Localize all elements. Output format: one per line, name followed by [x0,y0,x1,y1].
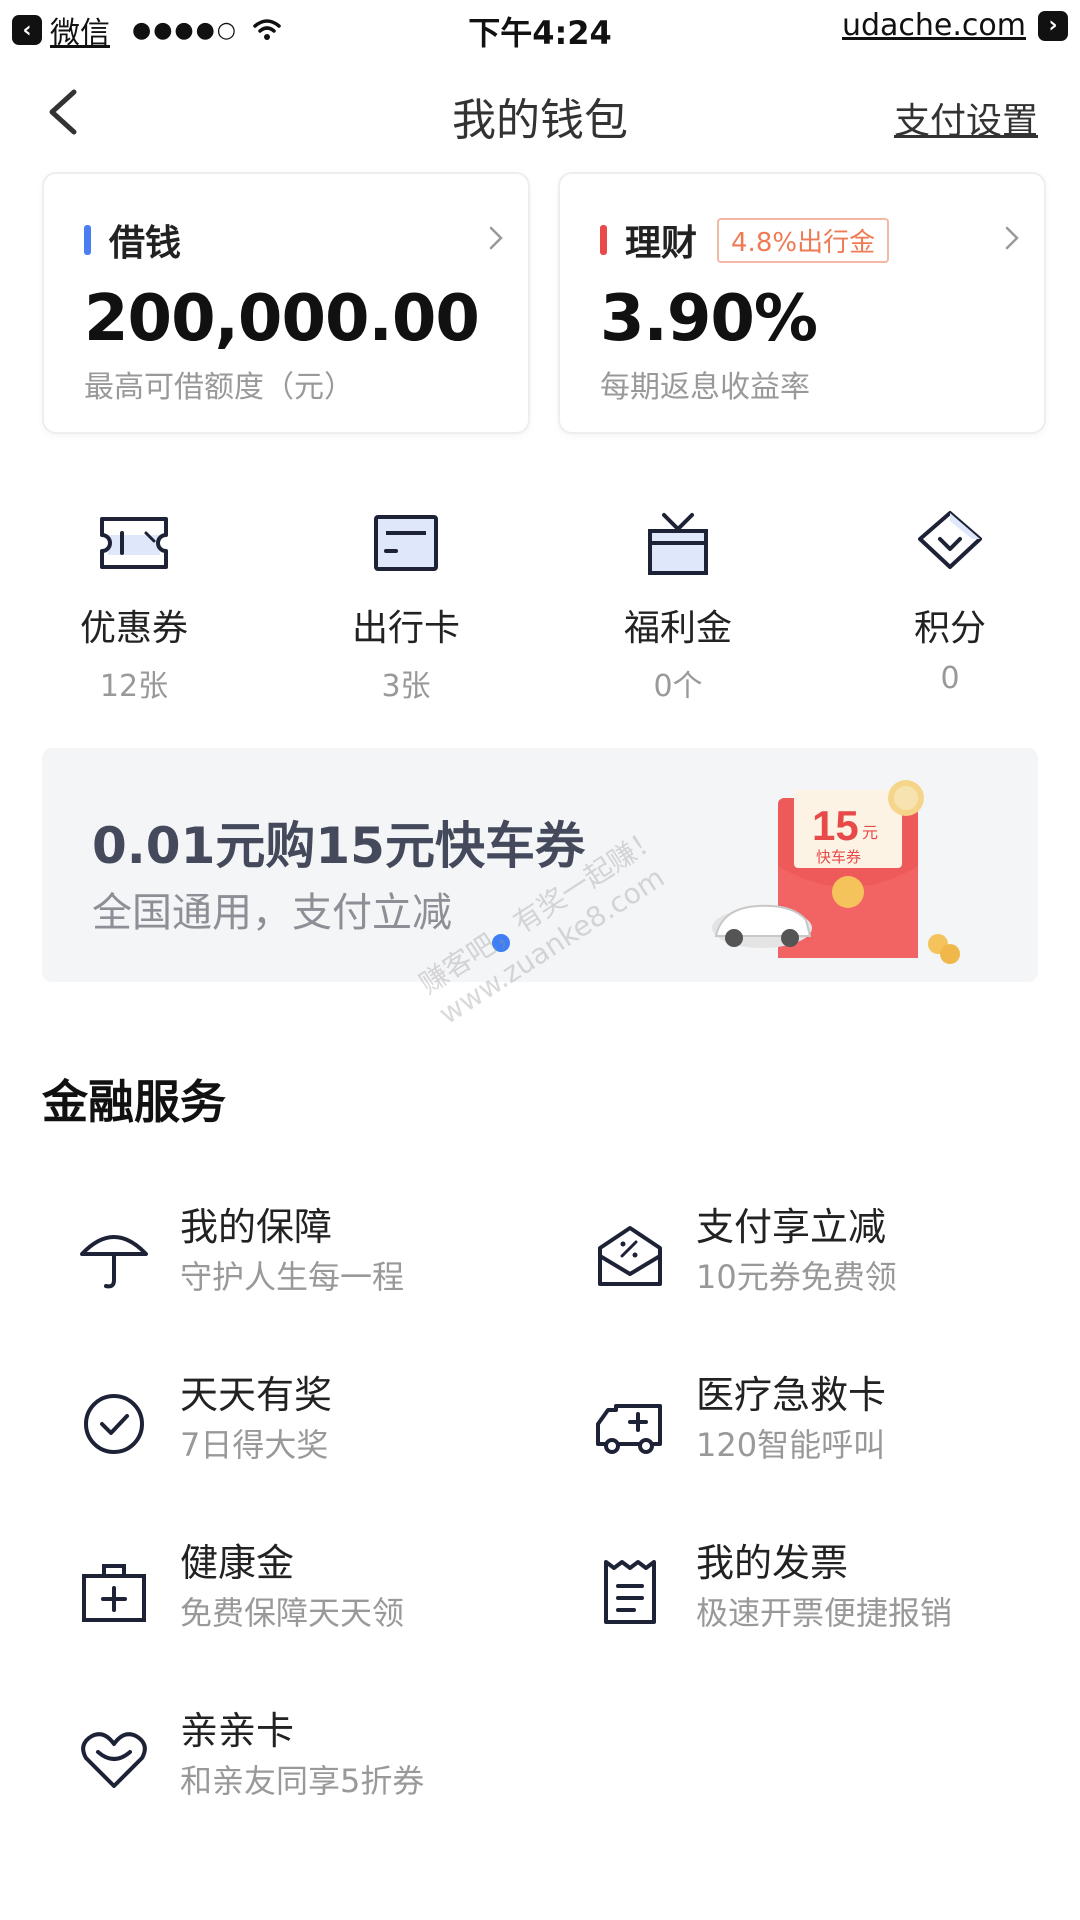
page-domain[interactable]: udache.com [842,8,1026,43]
diamond-icon [918,511,982,569]
check-circle-icon [84,1394,144,1454]
borrow-limit-value: 200,000.00 [84,282,480,356]
service-title: 亲亲卡 [180,1709,295,1753]
quick-item-points[interactable]: 积分 0 [850,505,1050,696]
invest-label: 理财 [625,223,698,264]
invest-rate-value: 3.90% [600,282,818,356]
banner-title: 0.01元购15元快车券 [92,817,585,875]
service-subtitle: 7日得大奖 [180,1426,329,1464]
invest-card-header: 理财 4.8%出行金 [600,214,890,266]
quick-label: 积分 [913,608,986,649]
card-icon [374,515,438,571]
service-title: 天天有奖 [180,1373,333,1417]
payment-settings-link[interactable]: 支付设置 [894,92,1038,144]
envelope-discount-icon [598,1226,662,1286]
ambulance-icon [596,1404,662,1454]
service-daily-prize[interactable]: 天天有奖 7日得大奖 [48,1364,528,1474]
quick-item-welfare[interactable]: 福利金 0个 [578,505,778,705]
nav-bar: 我的钱包 支付设置 [0,70,1080,150]
quick-count: 3张 [381,669,431,704]
service-title: 医疗急救卡 [696,1373,887,1417]
envelope-amount: 15 [812,802,859,849]
service-family-card[interactable]: 亲亲卡 和亲友同享5折券 [48,1700,528,1810]
envelope-unit: 元 [862,823,878,842]
borrow-accent-bar [84,225,91,255]
chevron-right-icon [489,226,503,250]
quick-item-travel-card[interactable]: 出行卡 3张 [306,505,506,705]
invest-accent-bar [600,225,607,255]
ticket-icon [100,517,168,569]
quick-label: 福利金 [623,608,732,649]
status-right: udache.com › [842,8,1068,43]
service-title: 支付享立减 [696,1205,887,1249]
umbrella-icon [80,1235,148,1289]
finance-section-title: 金融服务 [42,1075,226,1129]
service-my-invoice[interactable]: 我的发票 极速开票便捷报销 [564,1532,1044,1642]
service-title: 我的保障 [180,1205,333,1249]
borrow-card-header: 借钱 [84,214,181,266]
borrow-limit-caption: 最高可借额度（元） [84,370,354,405]
service-emergency-card[interactable]: 医疗急救卡 120智能呼叫 [564,1364,1044,1474]
medical-kit-icon [82,1564,146,1622]
service-pay-discount[interactable]: 支付享立减 10元券免费领 [564,1196,1044,1306]
envelope-label: 快车券 [816,848,861,866]
banner-subtitle: 全国通用，支付立减 [92,890,452,936]
invest-promo-tag: 4.8%出行金 [717,217,890,263]
service-title: 健康金 [180,1541,295,1585]
forward-icon[interactable]: › [1038,10,1068,41]
heart-icon [81,1732,147,1788]
quick-entries: 优惠券 12张 出行卡 3张 福利金 0个 积分 0 [0,505,1080,705]
service-title: 我的发票 [696,1541,849,1585]
gift-box-icon [648,513,708,575]
service-subtitle: 极速开票便捷报销 [696,1594,953,1632]
service-subtitle: 120智能呼叫 [696,1426,886,1464]
service-subtitle: 和亲友同享5折券 [180,1762,425,1800]
quick-count: 12张 [99,669,169,704]
red-envelope-car-illustration: 15 元 快车券 [712,780,960,964]
service-my-protection[interactable]: 我的保障 守护人生每一程 [48,1196,528,1306]
status-bar: ‹ 微信 ●●●●○ 下午4:24 udache.com › [0,0,1080,52]
service-subtitle: 免费保障天天领 [180,1594,405,1632]
quick-label: 出行卡 [351,608,460,649]
invoice-icon [604,1560,656,1624]
wallet-page: ‹ 微信 ●●●●○ 下午4:24 udache.com › 我的钱包 支付设置… [0,0,1080,1920]
invest-card[interactable]: 理财 4.8%出行金 3.90% 每期返息收益率 [558,172,1046,434]
invest-rate-caption: 每期返息收益率 [600,370,810,405]
borrow-label: 借钱 [109,223,182,264]
service-subtitle: 10元券免费领 [696,1258,897,1296]
chevron-right-icon [1005,226,1019,250]
service-subtitle: 守护人生每一程 [180,1258,405,1296]
quick-count: 0个 [653,669,703,704]
borrow-card[interactable]: 借钱 200,000.00 最高可借额度（元） [42,172,530,434]
quick-label: 优惠券 [79,608,188,649]
quick-count: 0 [940,661,960,696]
quick-item-coupons[interactable]: 优惠券 12张 [34,505,234,705]
service-health-fund[interactable]: 健康金 免费保障天天领 [48,1532,528,1642]
